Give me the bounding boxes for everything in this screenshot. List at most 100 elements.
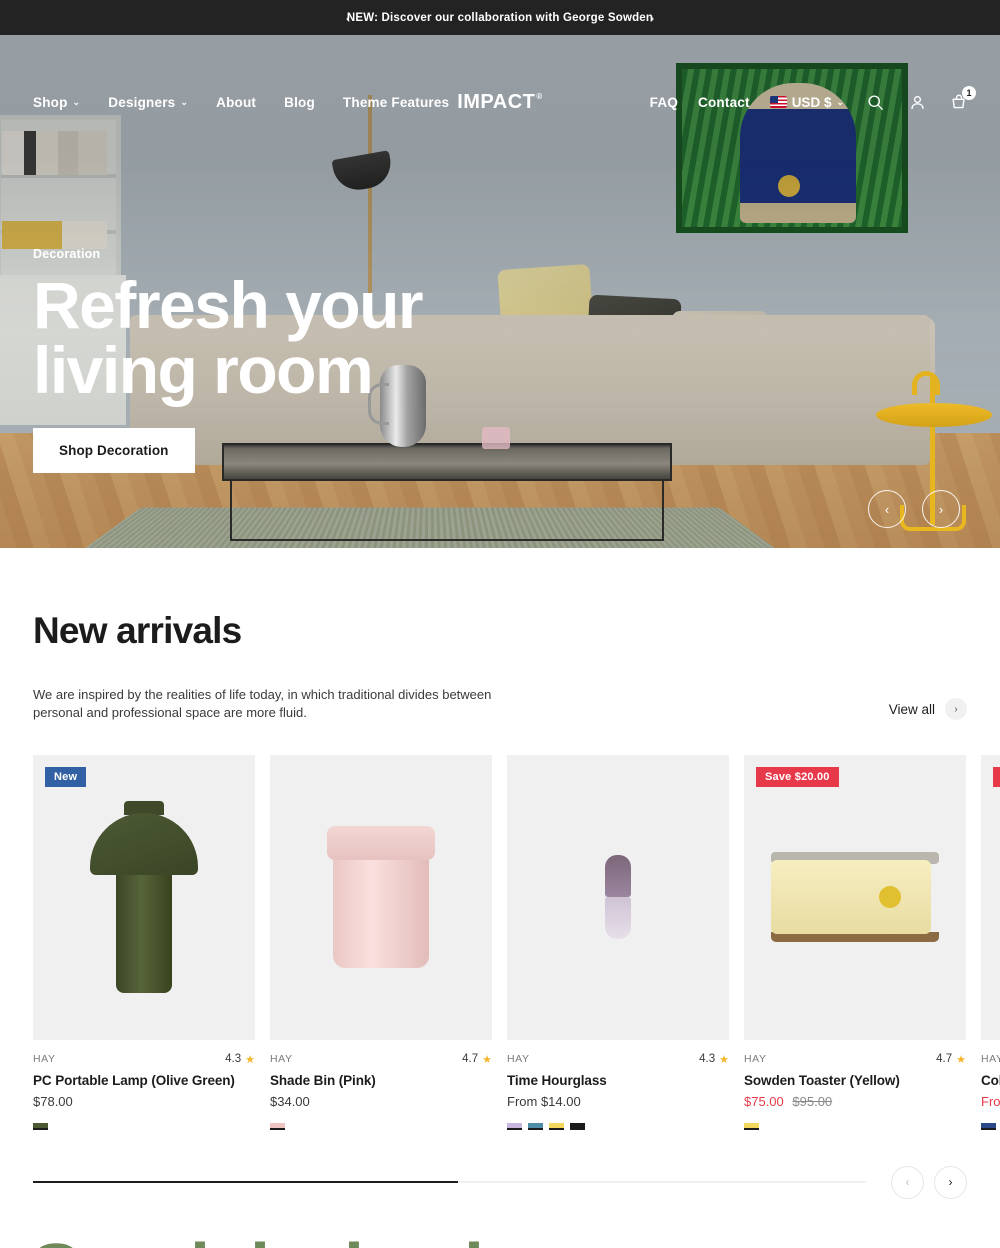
- nav-item-shop-label: Shop: [33, 94, 68, 110]
- product-vendor: HAY: [744, 1053, 767, 1066]
- nav-right-group: FAQ Contact USD $ ⌄ 1: [650, 86, 1000, 113]
- product-track: New HAY 4.3 ★ PC Portable Lamp (Olive Gr…: [33, 754, 1000, 1130]
- carousel-next-button[interactable]: ›: [934, 1165, 967, 1199]
- product-image[interactable]: New: [33, 754, 255, 1040]
- product-title[interactable]: Col: [981, 1073, 1000, 1088]
- site-logo[interactable]: IMPACT ®: [457, 91, 543, 114]
- color-swatch[interactable]: [570, 1122, 585, 1130]
- product-card[interactable]: New HAY 4.3 ★ PC Portable Lamp (Olive Gr…: [33, 754, 255, 1130]
- main-navigation: Shop ⌄ Designers ⌄ About Blog Theme Feat…: [0, 70, 1000, 134]
- chevron-right-icon: ›: [945, 698, 967, 720]
- star-icon: ★: [956, 1053, 966, 1066]
- color-swatch[interactable]: [33, 1122, 48, 1130]
- color-swatch[interactable]: [528, 1122, 543, 1130]
- announcement-bar: ‹ NEW: Discover our collaboration with G…: [0, 0, 1000, 35]
- color-swatch[interactable]: [507, 1122, 522, 1130]
- nav-item-about[interactable]: About: [216, 95, 256, 110]
- currency-selector[interactable]: USD $ ⌄: [769, 94, 844, 110]
- nav-item-shop[interactable]: Shop ⌄: [33, 95, 80, 110]
- color-swatch[interactable]: [270, 1122, 285, 1130]
- section-description: We are inspired by the realities of life…: [33, 687, 492, 721]
- hero-banner: Shop ⌄ Designers ⌄ About Blog Theme Feat…: [0, 35, 1000, 548]
- chevron-down-icon: ⌄: [72, 96, 81, 107]
- announcement-next-icon[interactable]: ›: [642, 11, 662, 24]
- hero-eyebrow: Decoration: [33, 247, 101, 261]
- product-rating-value: 4.7: [936, 1053, 953, 1066]
- nav-item-theme-features[interactable]: Theme Features: [343, 95, 449, 110]
- nav-item-designers-label: Designers: [108, 94, 176, 110]
- product-image[interactable]: [270, 754, 492, 1040]
- product-image[interactable]: Save: [981, 754, 1000, 1040]
- product-vendor: HAY: [507, 1053, 530, 1066]
- product-swatches[interactable]: [981, 1122, 1000, 1130]
- hero-next-button[interactable]: ›: [922, 490, 960, 528]
- product-art-lamp: [90, 801, 198, 994]
- carousel-controls: ‹ ›: [891, 1165, 967, 1199]
- product-price: From $14.00: [507, 1093, 581, 1109]
- view-all-link[interactable]: View all ›: [889, 686, 967, 720]
- search-icon[interactable]: [864, 91, 886, 113]
- star-icon: ★: [245, 1053, 255, 1066]
- product-sale-price: $75.00: [744, 1093, 784, 1109]
- hero-title: Refresh your living room: [33, 268, 424, 407]
- hero-carousel-controls: ‹ ›: [868, 490, 960, 528]
- product-title[interactable]: Time Hourglass: [507, 1073, 729, 1088]
- new-arrivals-section: New arrivals We are inspired by the real…: [0, 548, 1000, 1199]
- account-icon[interactable]: [906, 91, 928, 113]
- product-vendor: HAY: [33, 1053, 56, 1066]
- product-image[interactable]: [507, 754, 729, 1040]
- product-card[interactable]: Save HAY 4.7 ★ Col From: [981, 754, 1000, 1130]
- hero-content: Decoration Refresh your living room Shop…: [33, 247, 593, 474]
- star-icon: ★: [719, 1053, 729, 1066]
- product-title[interactable]: Sowden Toaster (Yellow): [744, 1073, 966, 1088]
- site-logo-text: IMPACT: [457, 90, 536, 113]
- chevron-down-icon: ⌄: [180, 96, 189, 107]
- product-carousel[interactable]: New HAY 4.3 ★ PC Portable Lamp (Olive Gr…: [0, 754, 1000, 1130]
- product-rating-value: 4.7: [462, 1053, 479, 1066]
- page-title: New arrivals: [33, 610, 242, 651]
- product-compare-price: $95.00: [792, 1093, 833, 1109]
- product-swatches[interactable]: [744, 1122, 966, 1130]
- product-price: $75.00 $95.00: [744, 1094, 966, 1109]
- product-price: $34.00: [270, 1093, 310, 1109]
- nav-item-designers[interactable]: Designers ⌄: [108, 95, 188, 110]
- currency-label: USD $: [791, 94, 832, 110]
- color-swatch[interactable]: [549, 1122, 564, 1130]
- star-icon: ★: [482, 1053, 492, 1066]
- product-swatches[interactable]: [33, 1122, 255, 1130]
- nav-item-blog[interactable]: Blog: [284, 95, 315, 110]
- product-rating: 4.7 ★: [462, 1053, 492, 1066]
- product-rating: 4.3 ★: [225, 1053, 255, 1066]
- carousel-progress-bar[interactable]: [33, 1181, 866, 1184]
- product-badge: New: [45, 766, 87, 787]
- carousel-footer: ‹ ›: [0, 1165, 1000, 1199]
- color-swatch[interactable]: [981, 1122, 996, 1130]
- product-title[interactable]: PC Portable Lamp (Olive Green): [33, 1073, 255, 1088]
- product-card[interactable]: HAY 4.7 ★ Shade Bin (Pink) $34.00: [270, 754, 492, 1130]
- marquee-text: Good design is ever: [0, 1233, 1000, 1248]
- product-image[interactable]: Save $20.00: [744, 754, 966, 1040]
- nav-item-faq[interactable]: FAQ: [650, 95, 678, 110]
- hero-prev-button[interactable]: ‹: [868, 490, 906, 528]
- carousel-progress-fill: [33, 1181, 458, 1184]
- product-rating-value: 4.3: [225, 1053, 242, 1066]
- us-flag-icon: [769, 96, 787, 108]
- nav-item-contact[interactable]: Contact: [698, 95, 750, 110]
- product-title[interactable]: Shade Bin (Pink): [270, 1073, 492, 1088]
- cart-icon[interactable]: 1: [948, 86, 976, 113]
- product-swatches[interactable]: [507, 1122, 729, 1130]
- product-art-toaster: [771, 852, 939, 943]
- chevron-down-icon: ⌄: [836, 96, 844, 107]
- color-swatch[interactable]: [744, 1122, 759, 1130]
- product-badge: Save: [993, 766, 1000, 787]
- announcement-prev-icon[interactable]: ‹: [338, 11, 358, 24]
- product-card[interactable]: HAY 4.3 ★ Time Hourglass From $14.00: [507, 754, 729, 1130]
- product-card[interactable]: Save $20.00 HAY 4.7 ★ Sowden Toaster (Ye…: [744, 754, 966, 1130]
- hero-cta-button[interactable]: Shop Decoration: [33, 428, 195, 474]
- product-rating: 4.3 ★: [699, 1053, 729, 1066]
- product-swatches[interactable]: [270, 1122, 492, 1130]
- carousel-prev-button[interactable]: ‹: [891, 1165, 924, 1199]
- product-art-hourglass: [605, 855, 631, 940]
- product-price: From: [981, 1093, 1000, 1109]
- nav-left-group: Shop ⌄ Designers ⌄ About Blog Theme Feat…: [0, 95, 449, 110]
